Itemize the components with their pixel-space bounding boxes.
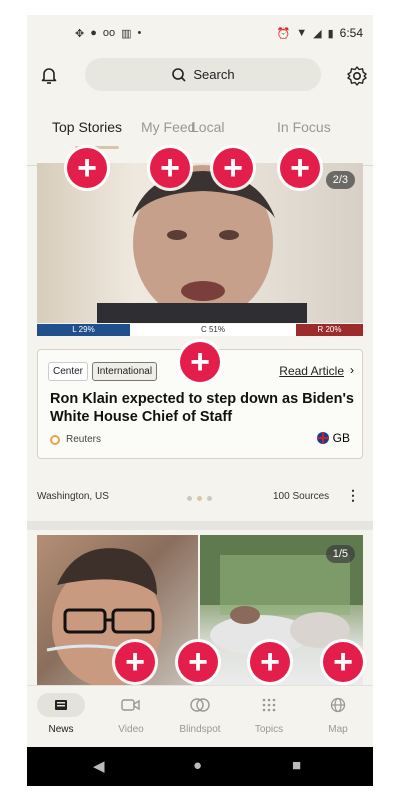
story-headline[interactable]: Ron Klain expected to step down as Biden… <box>50 390 354 426</box>
bottom-nav: News Video Blindspot Topics Map <box>27 685 373 748</box>
tag-international: International <box>92 362 158 381</box>
search-icon <box>172 67 186 82</box>
news-icon <box>37 693 85 717</box>
add-plus-button[interactable]: + <box>180 342 220 382</box>
story-meta: Washington, US 100 Sources ⋮ <box>37 483 363 513</box>
bias-left: L 29% <box>37 324 130 336</box>
signal-icon: ◢ <box>313 27 322 40</box>
dot-icon: • <box>137 27 142 39</box>
tab-in-focus[interactable]: In Focus <box>277 119 331 135</box>
source-name: Reuters <box>66 434 102 445</box>
pagination-dot <box>207 496 212 501</box>
top-bar: Search <box>27 55 373 95</box>
voicemail-icon: oo <box>102 27 116 39</box>
nav-news-label: News <box>48 724 74 735</box>
uk-flag-icon <box>316 432 329 444</box>
tab-local[interactable]: Local <box>191 119 224 135</box>
globe-icon <box>330 697 346 713</box>
status-bar: ✥ ● oo ▥ • ⏰ ▼ ◢ ▮ 6:54 <box>27 15 373 51</box>
search-label: Search <box>193 67 235 82</box>
bell-icon[interactable] <box>39 65 59 85</box>
blindspot-icon <box>190 698 210 712</box>
nav-video[interactable]: Video <box>101 694 161 735</box>
tag-center: Center <box>48 362 89 381</box>
nav-news[interactable]: News <box>31 693 91 735</box>
section-divider <box>27 521 373 530</box>
status-left-icons: ✥ ● oo ▥ • <box>75 27 141 40</box>
nav-map-label: Map <box>328 724 348 735</box>
alarm-icon: ⏰ <box>276 27 291 40</box>
wifi-icon: ▼ <box>296 27 308 39</box>
add-plus-button[interactable]: + <box>150 148 190 188</box>
search-bar[interactable]: Search <box>85 58 321 91</box>
tab-top-stories[interactable]: Top Stories <box>52 119 122 135</box>
home-icon[interactable]: ● <box>193 757 202 774</box>
back-icon[interactable]: ◀ <box>93 757 105 775</box>
pagination-dot <box>187 496 192 501</box>
story-tags: Center International <box>48 362 158 381</box>
nav-video-label: Video <box>118 724 144 735</box>
country-code: GB <box>332 431 350 445</box>
add-plus-button[interactable]: + <box>323 642 363 682</box>
nav-topics[interactable]: Topics <box>239 694 299 735</box>
add-plus-button[interactable]: + <box>115 642 155 682</box>
nav-blindspot[interactable]: Blindspot <box>170 694 230 735</box>
add-plus-button[interactable]: + <box>67 148 107 188</box>
nav-map[interactable]: Map <box>308 694 368 735</box>
story-source: Reuters <box>50 434 101 445</box>
chevron-right-icon: › <box>350 363 354 377</box>
add-plus-button[interactable]: + <box>213 148 253 188</box>
bias-center: C 51% <box>130 324 296 336</box>
status-time: 6:54 <box>339 26 363 40</box>
video-icon <box>121 699 140 711</box>
nav-topics-label: Topics <box>254 724 284 735</box>
bias-bar: L 29% C 51% R 20% <box>37 324 363 336</box>
gear-icon[interactable] <box>346 65 368 87</box>
image-counter-2: 1/5 <box>325 545 355 563</box>
topics-icon <box>262 698 276 712</box>
sources-count[interactable]: 100 Sources <box>273 491 329 502</box>
pagination-dots <box>187 496 212 501</box>
battery-icon: ▮ <box>327 27 334 40</box>
bias-right: R 20% <box>296 324 363 336</box>
phone-screen: ✥ ● oo ▥ • ⏰ ▼ ◢ ▮ 6:54 Search Top Stori… <box>27 15 373 786</box>
add-plus-button[interactable]: + <box>250 642 290 682</box>
location-icon: ✥ <box>75 27 85 40</box>
read-article-link[interactable]: Read Article <box>279 364 344 378</box>
android-nav-bar: ◀ ● ■ <box>27 747 373 786</box>
add-plus-button[interactable]: + <box>280 148 320 188</box>
add-plus-button[interactable]: + <box>178 642 218 682</box>
pagination-dot-active <box>197 496 202 501</box>
story-country: GB <box>316 431 350 445</box>
status-right-icons: ⏰ ▼ ◢ ▮ 6:54 <box>277 26 363 40</box>
image-counter: 2/3 <box>325 171 355 189</box>
recents-icon[interactable]: ■ <box>292 757 301 774</box>
book-icon: ▥ <box>121 27 132 40</box>
chat-icon: ● <box>90 27 97 39</box>
more-options-icon[interactable]: ⋮ <box>346 487 360 504</box>
story-location: Washington, US <box>37 491 109 502</box>
nav-blindspot-label: Blindspot <box>179 724 221 735</box>
source-logo-icon <box>50 434 60 445</box>
tab-my-feed[interactable]: My Feed <box>141 119 195 135</box>
